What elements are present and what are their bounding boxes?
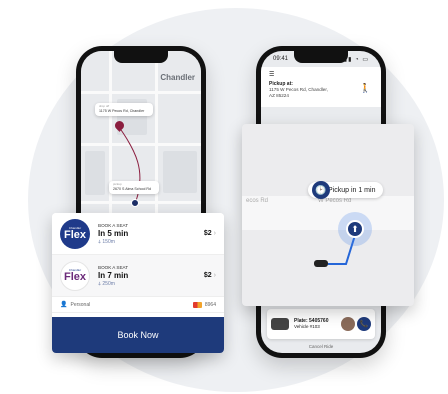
cancel-ride-button[interactable]: Cancel Ride (261, 344, 381, 349)
chandler-flex-logo: Chandler Flex (60, 218, 90, 249)
card-last4: 8964 (204, 301, 216, 308)
status-time: 09:41 (273, 56, 289, 62)
call-driver-button[interactable]: 📞 (357, 317, 371, 331)
credit-card-icon (192, 301, 202, 308)
pickup-header: ☰ Pickup at: 1175 W Pecos Rd, Chandler, … (261, 67, 381, 107)
zoomed-map[interactable]: ecos Rd W Pecos Rd Pickup in 1 min 🕑 ⬆ (242, 124, 414, 306)
chandler-flex-logo: Chandler Flex (60, 260, 90, 291)
pickup-pin-icon (131, 199, 139, 207)
vehicle-route-line (328, 231, 357, 265)
plate-number: Plate: 5405760 (294, 317, 329, 324)
option-price: $2 (203, 230, 212, 237)
walk-distance-icon: ⍋ (98, 238, 102, 245)
booking-sheet: Chandler Flex BOOK A SEAT In 5 min ⍋ 150… (52, 213, 224, 353)
car-icon (271, 318, 289, 330)
payment-profile: Personal (70, 301, 91, 308)
phone-notch (114, 51, 168, 63)
vehicle-marker-icon (314, 260, 328, 267)
menu-icon[interactable]: ☰ (269, 71, 274, 78)
pickup-address-line2: AZ 85224 (269, 92, 289, 98)
walk-icon: 🚶 (359, 83, 371, 93)
route-line (118, 126, 141, 202)
option-time: In 7 min (98, 270, 129, 280)
book-now-button[interactable]: Book Now (52, 317, 224, 353)
pickup-location-icon: ⬆ (346, 220, 364, 238)
ride-option[interactable]: Chandler Flex BOOK A SEAT In 7 min ⍋ 250… (52, 255, 224, 297)
driver-avatar (341, 317, 355, 331)
walk-distance-icon: ⍋ (98, 280, 102, 287)
option-kicker: BOOK A SEAT (98, 222, 129, 228)
vehicle-number: Vehicle #103 (294, 324, 320, 330)
chevron-right-icon: › (213, 272, 216, 279)
dropoff-card[interactable]: drop off 1175 W Pecos Rd, Chandler (95, 103, 153, 116)
chevron-right-icon: › (213, 230, 216, 237)
phone-icon: 📞 (359, 321, 369, 328)
option-distance: ⍋ 150m (98, 238, 115, 245)
option-distance: ⍋ 250m (98, 280, 115, 287)
clock-icon: 🕑 (312, 181, 330, 199)
option-time: In 5 min (98, 228, 129, 238)
option-price: $2 (203, 272, 212, 279)
person-icon: 👤 (60, 302, 68, 308)
option-kicker: BOOK A SEAT (98, 264, 129, 270)
ride-option[interactable]: Chandler Flex BOOK A SEAT In 5 min ⍋ 150… (52, 213, 224, 255)
driver-card[interactable]: Plate: 5405760 Vehicle #103 📞 (267, 309, 375, 339)
pickup-card[interactable]: pickup 2670 S Alma School Rd (109, 181, 159, 194)
phone-notch (294, 51, 348, 63)
payment-selector[interactable]: 👤 Personal 8964 (52, 297, 224, 313)
